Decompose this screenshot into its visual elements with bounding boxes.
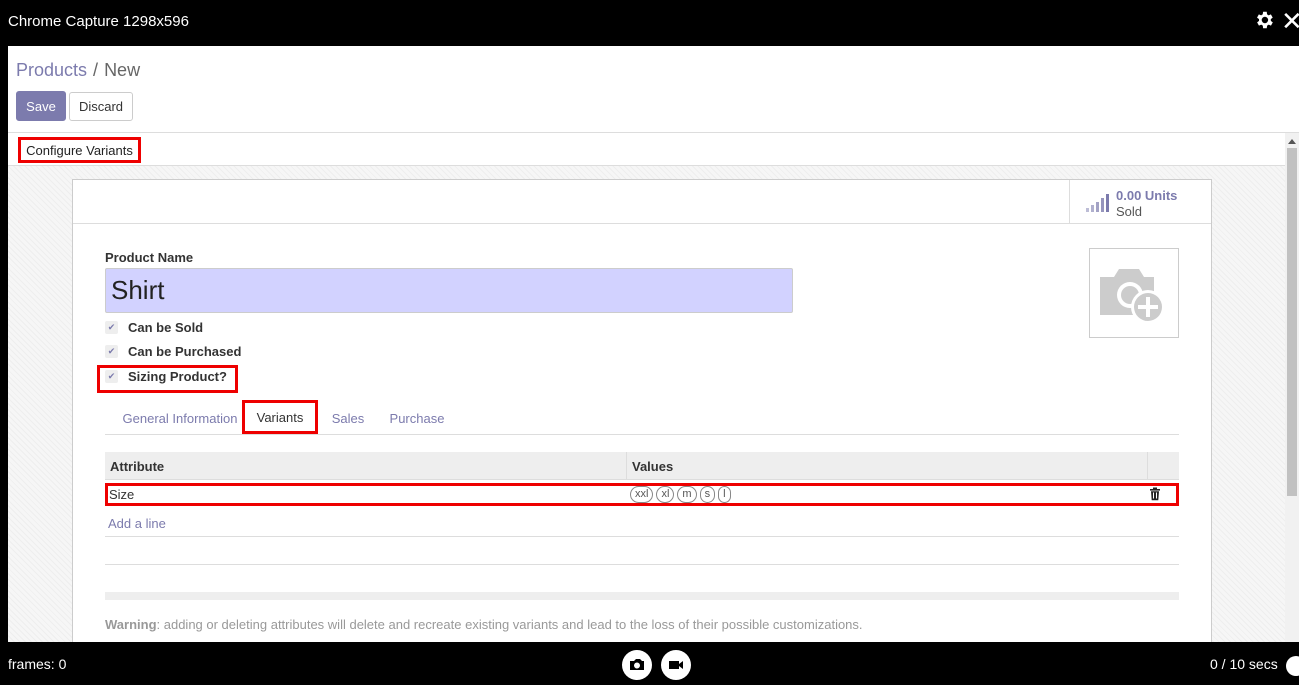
breadcrumb-separator: / [93,60,99,80]
product-name-input[interactable]: Shirt [105,268,793,313]
variants-warning: Warning: adding or deleting attributes w… [105,617,863,632]
table-row [105,536,1179,564]
can-be-purchased-checkbox[interactable]: ✔ [105,344,118,358]
recording-timer: 0 / 10 secs [1210,656,1278,672]
can-be-purchased-row[interactable]: ✔ Can be Purchased [105,341,241,361]
frames-counter: frames: 0 [8,656,67,672]
form-sheet: 0.00 Units Sold Product Name Shirt ✔ Can… [72,179,1212,642]
breadcrumb: Products / New [16,60,140,81]
video-glyph-icon [669,661,683,669]
sizing-product-label: Sizing Product? [128,368,227,384]
table-footer [105,592,1179,600]
product-image-upload[interactable] [1089,248,1179,338]
tab-purchase[interactable]: Purchase [385,402,449,435]
info-icon[interactable] [1286,656,1299,676]
column-header-attribute[interactable]: Attribute [105,452,627,480]
close-icon[interactable]: ✕ [1281,6,1299,36]
trash-icon[interactable] [1148,487,1162,501]
camera-glyph-icon [630,659,644,670]
table-header: Attribute Values [105,452,1179,480]
tab-variants[interactable]: Variants [242,400,318,434]
form-tabs: General Information Variants Sales Purch… [105,400,1179,435]
can-be-sold-label: Can be Sold [128,319,204,335]
can-be-sold-checkbox[interactable]: ✔ [105,320,118,334]
breadcrumb-current: New [104,60,141,80]
value-tag: m [677,486,697,503]
sizing-product-checkbox[interactable]: ✔ [105,369,118,383]
gear-icon[interactable] [1253,9,1275,31]
tab-sales[interactable]: Sales [326,402,370,435]
capture-titlebar: Chrome Capture 1298x596 ✕ [0,0,1299,46]
product-name-label: Product Name [105,250,194,265]
camera-add-icon [1100,269,1165,324]
table-row[interactable]: Size xxl xl m s l [105,483,1179,506]
units-sold-stat-button[interactable]: 0.00 Units Sold [1069,180,1211,223]
save-button[interactable]: Save [16,91,66,121]
vertical-scrollbar[interactable] [1285,133,1299,642]
form-status-bar: Configure Variants [8,133,1299,166]
scrollbar-thumb[interactable] [1287,148,1297,496]
can-be-sold-row[interactable]: ✔ Can be Sold [105,317,203,337]
discard-button[interactable]: Discard [69,92,133,121]
attribute-cell[interactable]: Size [109,487,134,502]
camera-icon[interactable] [622,650,652,680]
breadcrumb-products-link[interactable]: Products [16,60,87,80]
sizing-product-row[interactable]: ✔ Sizing Product? [105,366,227,386]
capture-footer: frames: 0 0 / 10 secs [0,642,1299,680]
value-tag: s [699,486,716,503]
table-row [105,564,1179,592]
video-icon[interactable] [661,650,691,680]
warning-label: Warning [105,617,157,632]
value-tag: l [718,486,731,503]
window-title: Chrome Capture 1298x596 [8,13,189,30]
configure-variants-button[interactable]: Configure Variants [18,137,141,163]
page-viewport: Products / New Save Discard Configure Vari… [8,46,1299,642]
units-sold-label: Sold [1116,204,1143,219]
value-tag: xl [656,486,675,503]
scroll-up-arrow-icon[interactable] [1288,139,1296,144]
can-be-purchased-label: Can be Purchased [128,343,242,359]
warning-text: : adding or deleting attributes will del… [156,617,863,632]
tab-general-information[interactable]: General Information [110,402,250,435]
values-cell[interactable]: xxl xl m s l [630,486,731,503]
add-a-line-link[interactable]: Add a line [108,516,166,531]
units-sold-value: 0.00 Units [1116,188,1178,203]
bar-chart-icon [1086,194,1109,212]
value-tag: xxl [630,486,654,503]
column-header-values[interactable]: Values [627,452,1148,480]
button-box: 0.00 Units Sold [73,180,1211,224]
